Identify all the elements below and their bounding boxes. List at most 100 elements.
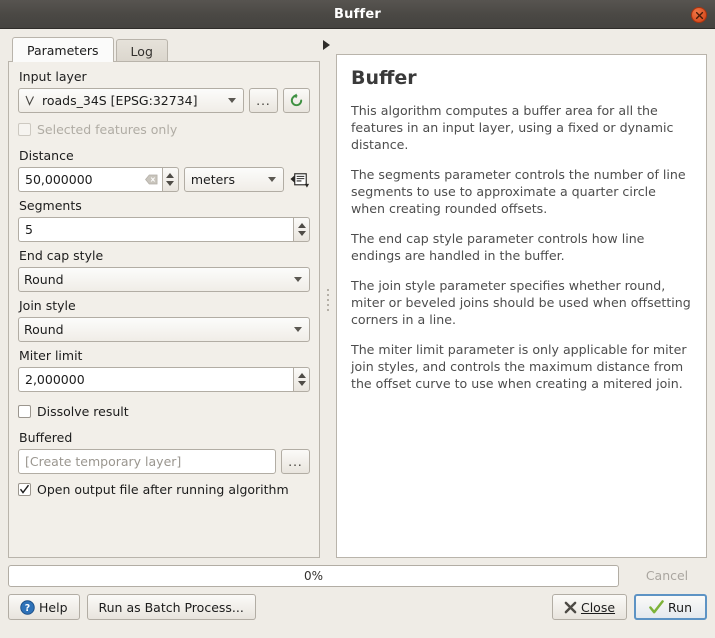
- tab-log-label: Log: [131, 44, 153, 59]
- dissolve-result-row[interactable]: Dissolve result: [18, 401, 310, 421]
- segments-spinner[interactable]: [293, 217, 310, 242]
- help-question-icon: ?: [20, 600, 35, 615]
- help-button[interactable]: ? Help: [8, 594, 80, 620]
- help-paragraph: The miter limit parameter is only applic…: [351, 341, 692, 392]
- distance-spinner[interactable]: [162, 167, 179, 192]
- collapse-arrow-icon[interactable]: [323, 40, 330, 50]
- help-paragraph: The end cap style parameter controls how…: [351, 230, 692, 264]
- progress-bar: 0%: [8, 565, 619, 587]
- window-close-button[interactable]: [691, 7, 707, 23]
- chevron-down-icon: [268, 177, 276, 182]
- join-style-value: Round: [24, 322, 64, 337]
- run-button-label: Run: [668, 600, 692, 615]
- clear-backspace-icon[interactable]: [145, 174, 158, 185]
- window-title: Buffer: [334, 7, 381, 22]
- selected-features-only-checkbox[interactable]: [18, 123, 31, 136]
- checkmark-icon: [19, 484, 30, 495]
- tab-parameters-label: Parameters: [27, 43, 99, 58]
- cancel-button: Cancel: [627, 564, 707, 587]
- output-path-input[interactable]: [Create temporary layer]: [18, 449, 276, 474]
- output-path-placeholder: [Create temporary layer]: [25, 454, 181, 469]
- help-paragraph: The segments parameter controls the numb…: [351, 166, 692, 217]
- open-output-row[interactable]: Open output file after running algorithm: [18, 479, 310, 499]
- distance-label: Distance: [19, 148, 310, 164]
- spin-up-icon: [298, 223, 306, 228]
- selected-features-only-label: Selected features only: [37, 122, 177, 137]
- input-layer-value: roads_34S [EPSG:32734]: [42, 93, 197, 108]
- miter-limit-spinner[interactable]: [293, 367, 310, 392]
- spin-down-icon: [166, 181, 174, 186]
- distance-unit-value: meters: [191, 172, 235, 187]
- segments-value: 5: [25, 222, 33, 237]
- spin-up-icon: [166, 173, 174, 178]
- data-defined-override-icon[interactable]: [289, 170, 310, 190]
- dialog-footer: 0% Cancel ? Help Run as Batch Process...…: [0, 558, 715, 629]
- end-cap-style-value: Round: [24, 272, 64, 287]
- close-circle-icon: [695, 11, 704, 20]
- chevron-down-icon: [294, 327, 302, 332]
- distance-input[interactable]: 50,000000: [18, 167, 162, 192]
- selected-features-only-row[interactable]: Selected features only: [18, 119, 310, 139]
- splitter-grip-icon[interactable]: [327, 289, 329, 311]
- input-layer-label: Input layer: [19, 69, 310, 85]
- distance-value: 50,000000: [25, 172, 93, 187]
- miter-limit-label: Miter limit: [19, 348, 310, 364]
- join-style-label: Join style: [19, 298, 310, 314]
- open-output-label: Open output file after running algorithm: [37, 482, 289, 497]
- end-cap-style-combo[interactable]: Round: [18, 267, 310, 292]
- tab-bar: Parameters Log: [8, 37, 320, 62]
- chevron-down-icon: [228, 98, 236, 103]
- help-title: Buffer: [351, 67, 692, 89]
- run-batch-label: Run as Batch Process...: [99, 600, 244, 615]
- miter-limit-value: 2,000000: [25, 372, 85, 387]
- distance-unit-combo[interactable]: meters: [184, 167, 284, 192]
- segments-row: 5: [18, 217, 310, 242]
- spin-down-icon: [298, 381, 306, 386]
- parameters-panel: Input layer roads_34S [EPSG:32734] ...: [8, 61, 320, 558]
- close-button-label: Close: [581, 600, 615, 615]
- close-x-icon: [564, 601, 577, 614]
- progress-text: 0%: [304, 569, 323, 583]
- join-style-combo[interactable]: Round: [18, 317, 310, 342]
- input-layer-iterate-button[interactable]: [283, 88, 310, 113]
- output-row: [Create temporary layer] ...: [18, 449, 310, 474]
- chevron-down-icon: [294, 277, 302, 282]
- tab-log[interactable]: Log: [116, 39, 168, 62]
- miter-limit-row: 2,000000: [18, 367, 310, 392]
- input-layer-combo[interactable]: roads_34S [EPSG:32734]: [18, 88, 244, 113]
- distance-row: 50,000000 meters: [18, 167, 310, 192]
- output-label: Buffered: [19, 430, 310, 446]
- input-layer-browse-button[interactable]: ...: [249, 88, 278, 113]
- run-button[interactable]: Run: [634, 594, 707, 620]
- dissolve-result-label: Dissolve result: [37, 404, 129, 419]
- window-titlebar: Buffer: [0, 0, 715, 29]
- help-paragraph: The join style parameter specifies wheth…: [351, 277, 692, 328]
- button-bar: ? Help Run as Batch Process... Close Run: [8, 594, 707, 620]
- output-browse-button[interactable]: ...: [281, 449, 310, 474]
- spin-up-icon: [298, 373, 306, 378]
- help-button-label: Help: [39, 600, 68, 615]
- miter-limit-input[interactable]: 2,000000: [18, 367, 293, 392]
- panel-splitter[interactable]: [320, 37, 336, 558]
- output-browse-label: ...: [288, 455, 302, 469]
- dialog-body: Parameters Log Input layer roads_34S [EP…: [0, 29, 715, 558]
- run-batch-button[interactable]: Run as Batch Process...: [87, 594, 256, 620]
- left-column: Parameters Log Input layer roads_34S [EP…: [8, 37, 320, 558]
- progress-row: 0% Cancel: [8, 564, 707, 587]
- svg-text:?: ?: [25, 602, 30, 613]
- run-check-icon: [649, 600, 664, 615]
- segments-label: Segments: [19, 198, 310, 214]
- line-layer-icon: [24, 94, 37, 107]
- tab-parameters[interactable]: Parameters: [12, 37, 114, 62]
- help-panel: Buffer This algorithm computes a buffer …: [336, 54, 707, 558]
- help-paragraph: This algorithm computes a buffer area fo…: [351, 102, 692, 153]
- end-cap-style-label: End cap style: [19, 248, 310, 264]
- input-layer-browse-label: ...: [256, 94, 270, 108]
- dissolve-result-checkbox[interactable]: [18, 405, 31, 418]
- cancel-label: Cancel: [646, 568, 688, 583]
- open-output-checkbox[interactable]: [18, 483, 31, 496]
- close-button[interactable]: Close: [552, 594, 627, 620]
- spin-down-icon: [298, 231, 306, 236]
- segments-input[interactable]: 5: [18, 217, 293, 242]
- iterate-refresh-icon: [289, 93, 304, 108]
